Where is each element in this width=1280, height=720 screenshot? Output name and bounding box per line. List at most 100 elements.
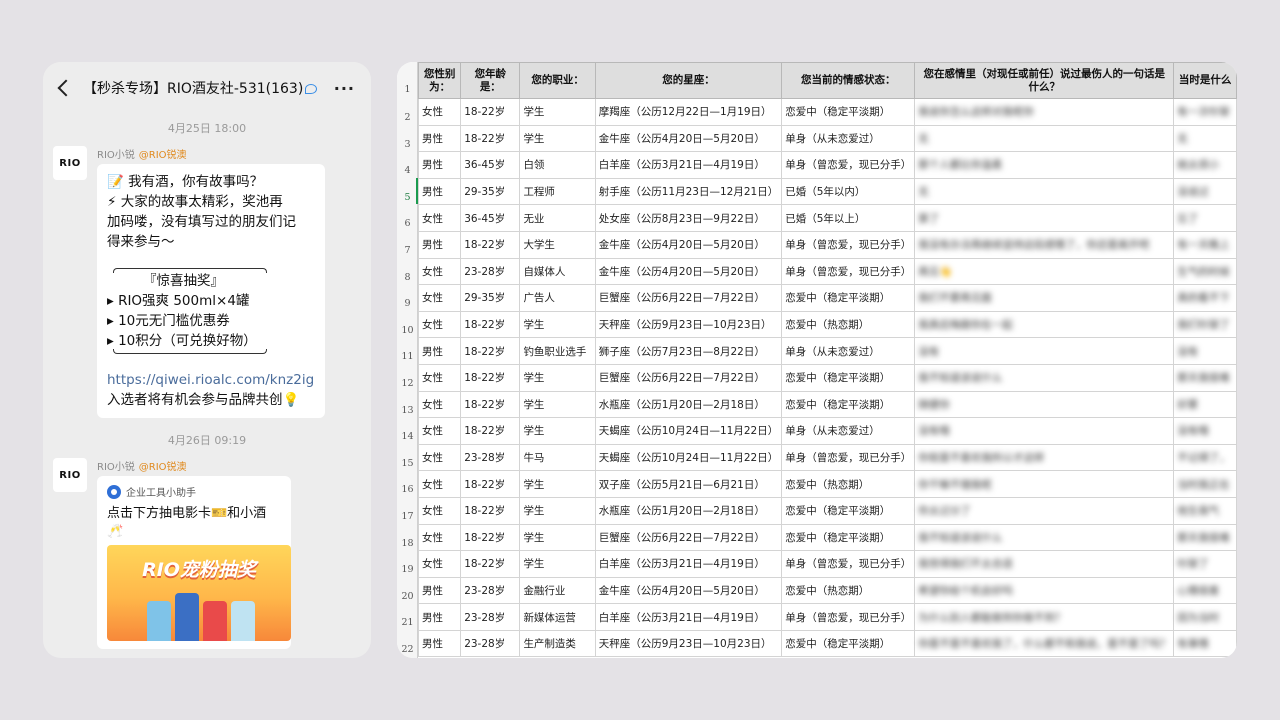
table-cell[interactable]: 29-35岁 [460,177,521,206]
table-cell[interactable]: 18-22岁 [460,496,521,525]
table-cell[interactable]: 女性 [417,470,462,498]
table-cell[interactable]: 女性 [417,550,462,578]
row-number[interactable]: 18 [397,538,418,549]
table-cell[interactable]: 学生 [519,310,596,339]
table-cell[interactable]: 我们吵架了 [1173,310,1237,339]
table-cell[interactable]: 没有 [1173,337,1237,365]
table-cell[interactable]: 金牛座（公历4月20日—5月20日） [594,230,783,259]
table-cell[interactable]: 水瓶座（公历1月20日—2月18日） [594,390,783,419]
table-cell[interactable]: 18-22岁 [460,98,521,126]
table-cell[interactable]: 男性 [417,177,462,206]
table-cell[interactable]: 忘了 [1173,204,1237,232]
row-number[interactable]: 14 [397,431,418,442]
table-cell[interactable]: 学生 [519,470,596,498]
table-cell[interactable]: 女性 [417,390,462,419]
avatar[interactable]: RIO [53,458,87,492]
table-cell[interactable]: 18-22岁 [460,124,521,153]
table-cell[interactable]: 女性 [417,417,462,445]
table-cell[interactable]: 学生 [519,390,596,419]
table-cell[interactable]: 学生 [519,124,596,153]
table-cell[interactable]: 无业 [519,204,596,232]
table-cell[interactable]: 女性 [417,523,462,552]
back-arrow-icon[interactable] [55,79,73,97]
table-cell[interactable]: 恋爱中（稳定平淡期） [781,390,916,419]
table-cell[interactable]: 有一次吵架 [1173,98,1237,126]
table-cell[interactable]: 我真后悔跟你在一起 [914,310,1175,339]
row-number[interactable]: 17 [397,511,418,522]
table-cell[interactable]: 23-28岁 [460,603,521,631]
table-cell[interactable]: 恋爱中（稳定平淡期） [781,523,916,552]
row-number[interactable]: 11 [397,351,418,362]
table-cell[interactable]: 新媒体运营 [519,603,596,631]
column-header[interactable]: 您的职业： [519,62,596,99]
table-cell[interactable]: 那天我很难 [1173,523,1237,552]
table-cell[interactable]: 算了 [914,204,1175,232]
table-cell[interactable]: 学生 [519,417,596,445]
table-cell[interactable]: 恋爱中（热恋期） [781,576,916,605]
table-cell[interactable]: 无 [914,177,1175,206]
table-cell[interactable]: 巨蟹座（公历6月22日—7月22日） [594,284,783,312]
table-cell[interactable]: 心情很差 [1173,576,1237,605]
table-cell[interactable]: 36-45岁 [460,204,521,232]
row-number[interactable]: 15 [397,458,418,469]
table-cell[interactable]: 18-22岁 [460,550,521,578]
table-cell[interactable]: 有事情 [1173,629,1237,658]
row-number[interactable]: 7 [397,245,418,256]
table-cell[interactable]: 男性 [417,151,462,179]
table-cell[interactable]: 水瓶座（公历1月20日—2月18日） [594,496,783,525]
table-cell[interactable]: 我不知道该说什么 [914,363,1175,392]
table-cell[interactable]: 单身（曾恋爱，现已分手） [781,443,916,472]
table-cell[interactable]: 我们不要再见面 [914,284,1175,312]
table-cell[interactable]: 没有哦 [914,417,1175,445]
survey-link[interactable]: https://qiwei.rioalc.com/knz2ig [107,370,315,390]
table-cell[interactable]: 学生 [519,98,596,126]
table-cell[interactable]: 我不知道该说什么 [914,523,1175,552]
table-cell[interactable]: 金牛座（公历4月20日—5月20日） [594,124,783,153]
table-cell[interactable]: 那天我很难 [1173,363,1237,392]
table-cell[interactable]: 18-22岁 [460,337,521,365]
table-cell[interactable]: 女性 [417,204,462,232]
table-cell[interactable]: 我说你怎么这样对我呢你 [914,98,1175,126]
table-cell[interactable]: 不记得了， [1173,443,1237,472]
row-number[interactable]: 12 [397,378,418,389]
column-header[interactable]: 您的星座： [594,62,783,99]
row-number[interactable]: 16 [397,484,418,495]
table-cell[interactable]: 金牛座（公历4月20日—5月20日） [594,576,783,605]
table-cell[interactable]: 单身（曾恋爱，现已分手） [781,230,916,259]
table-cell[interactable]: 女性 [417,363,462,392]
table-cell[interactable]: 白羊座（公历3月21日—4月19日） [594,603,783,631]
table-cell[interactable]: 恋爱中（稳定平淡期） [781,363,916,392]
table-cell[interactable]: 无 [1173,124,1237,153]
table-cell[interactable]: 牛马 [519,443,596,472]
column-header[interactable]: 您在感情里（对现任或前任）说过最伤人的一句话是什么？ [914,62,1175,99]
table-cell[interactable]: 单身（从未恋爱过） [781,124,916,153]
row-number[interactable]: 6 [397,218,418,229]
table-cell[interactable]: 钓鱼职业选手 [519,337,596,365]
table-cell[interactable]: 男性 [417,337,462,365]
table-cell[interactable]: 金牛座（公历4月20日—5月20日） [594,257,783,286]
table-cell[interactable]: 恋爱中（热恋期） [781,470,916,498]
table-cell[interactable]: 恋爱中（热恋期） [781,310,916,339]
column-header[interactable]: 您当前的情感状态： [781,62,916,99]
table-cell[interactable]: 学生 [519,496,596,525]
table-cell[interactable]: 有一天晚上 [1173,230,1237,259]
table-cell[interactable]: 恋爱中（稳定平淡期） [781,284,916,312]
table-cell[interactable]: 18-22岁 [460,390,521,419]
table-cell[interactable]: 女性 [417,443,462,472]
table-cell[interactable]: 摩羯座（公历12月22日—1月19日） [594,98,783,126]
lottery-banner-image[interactable]: RIO宠粉抽奖 [107,545,291,641]
table-cell[interactable]: 18-22岁 [460,363,521,392]
mini-program-card[interactable]: 企业工具小助手 点击下方抽电影卡🎫和小酒🥂 RIO宠粉抽奖 [97,476,291,649]
table-cell[interactable]: 处女座（公历8月23日—9月22日） [594,204,783,232]
table-cell[interactable]: 女性 [417,284,462,312]
table-cell[interactable]: 巨蟹座（公历6月22日—7月22日） [594,363,783,392]
row-number[interactable]: 4 [397,165,418,176]
table-cell[interactable]: 大学生 [519,230,596,259]
table-cell[interactable]: 因为当时 [1173,603,1237,631]
table-cell[interactable]: 没说过 [1173,177,1237,206]
row-number[interactable]: 9 [397,298,418,309]
table-cell[interactable]: 学生 [519,550,596,578]
column-header[interactable]: 您年龄是： [460,62,521,99]
table-cell[interactable]: 真的看不下 [1173,284,1237,312]
table-cell[interactable]: 23-28岁 [460,629,521,658]
